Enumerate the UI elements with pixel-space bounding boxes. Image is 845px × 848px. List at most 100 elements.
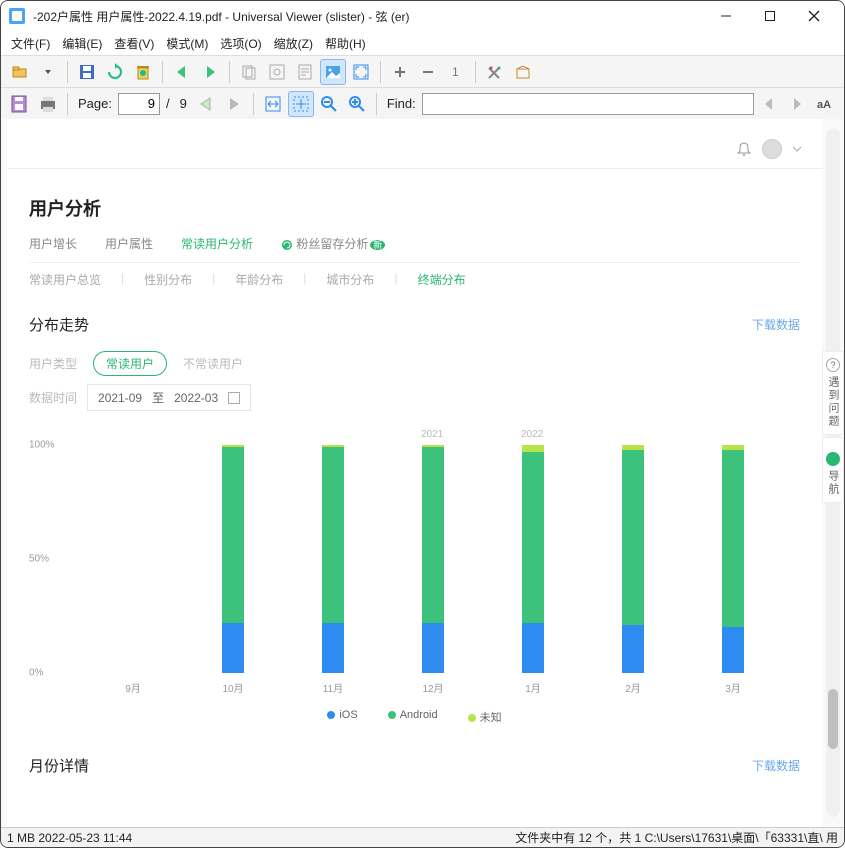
page-prev-icon[interactable] [193, 91, 219, 117]
maximize-button[interactable] [748, 2, 792, 30]
scrollbar-thumb[interactable] [828, 689, 838, 749]
avatar[interactable] [762, 139, 782, 159]
page-label: Page: [78, 96, 112, 111]
titlebar[interactable]: -202户属性 用户属性-2022.4.19.pdf - Universal V… [1, 1, 844, 31]
zoom-out-icon[interactable] [415, 59, 441, 85]
pill-loyal[interactable]: 常读用户 [93, 351, 167, 376]
tab-fan-retention-label: 粉丝留存分析 [296, 237, 368, 251]
bar [222, 445, 244, 673]
y-tick: 0% [29, 668, 43, 679]
text-icon[interactable] [292, 59, 318, 85]
copy-icon[interactable] [236, 59, 262, 85]
nav-dot-icon [826, 452, 840, 466]
subtab-overview[interactable]: 常读用户总览 [29, 271, 101, 288]
help-widget[interactable]: ? 遇到问题 [822, 351, 844, 435]
svg-text:aA: aA [817, 99, 831, 111]
app-icon [9, 8, 25, 24]
zoom-select-icon[interactable] [264, 59, 290, 85]
open-icon[interactable] [7, 59, 33, 85]
x-tick: 11月 [323, 680, 343, 695]
fit-page-icon[interactable] [288, 91, 314, 117]
delete-icon[interactable] [130, 59, 156, 85]
date-range-picker[interactable]: 2021-09 至 2022-03 [87, 384, 251, 411]
chevron-down-icon[interactable] [792, 144, 802, 154]
status-left: 1 MB 2022-05-23 11:44 [7, 831, 132, 845]
calendar-icon [228, 392, 240, 404]
bar [622, 445, 644, 673]
save-copy-icon[interactable] [7, 91, 33, 117]
subtab-gender[interactable]: 性别分布 [144, 271, 192, 288]
nav-widget[interactable]: 导航 [822, 437, 844, 503]
bell-icon[interactable] [736, 141, 752, 157]
x-tick: 3月 [725, 680, 741, 695]
legend-unknown: 未知 [480, 712, 502, 724]
content-area: 用户分析 用户增长 用户属性 常读用户分析 粉丝留存分析新 常读用户总览| 性别… [1, 119, 844, 827]
page-next-icon[interactable] [221, 91, 247, 117]
date-to: 2022-03 [174, 391, 218, 405]
print-icon[interactable] [35, 91, 61, 117]
menu-edit[interactable]: 编辑(E) [62, 35, 102, 52]
page-total: 9 [180, 96, 187, 111]
menu-help[interactable]: 帮助(H) [325, 35, 366, 52]
find-input[interactable] [422, 93, 754, 115]
time-badge: 2022 [521, 429, 543, 440]
zoom-in-icon[interactable] [387, 59, 413, 85]
nav-back-icon[interactable] [169, 59, 195, 85]
download-data-link[interactable]: 下载数据 [752, 316, 800, 333]
menu-mode[interactable]: 模式(M) [166, 35, 208, 52]
x-tick: 12月 [422, 680, 443, 695]
time-badge: 2021 [421, 429, 443, 440]
menu-zoom[interactable]: 缩放(Z) [274, 35, 313, 52]
page-sep: / [166, 96, 170, 111]
fullscreen-icon[interactable] [348, 59, 374, 85]
tab-fan-retention[interactable]: 粉丝留存分析新 [281, 235, 385, 252]
menu-view[interactable]: 查看(V) [114, 35, 154, 52]
x-tick: 9月 [125, 680, 141, 695]
x-tick: 2月 [625, 680, 641, 695]
save-icon[interactable] [74, 59, 100, 85]
legend-dot-ios [327, 711, 335, 719]
page-current-input[interactable] [118, 93, 160, 115]
question-icon: ? [826, 358, 840, 372]
settings-icon[interactable] [482, 59, 508, 85]
reload-icon[interactable] [102, 59, 128, 85]
minimize-button[interactable] [704, 2, 748, 30]
tab-user-growth[interactable]: 用户增长 [29, 235, 77, 252]
package-icon[interactable] [510, 59, 536, 85]
subtabs: 常读用户总览| 性别分布| 年龄分布| 城市分布| 终端分布 [29, 262, 800, 288]
menu-options[interactable]: 选项(O) [220, 35, 261, 52]
toolbar-page: Page: / 9 Find: aA [1, 87, 844, 119]
find-prev-icon[interactable] [756, 91, 782, 117]
find-options-icon[interactable]: aA [812, 91, 838, 117]
tab-loyal-analysis[interactable]: 常读用户分析 [181, 235, 253, 252]
zoom-in-lens-icon[interactable] [344, 91, 370, 117]
menubar: 文件(F) 编辑(E) 查看(V) 模式(M) 选项(O) 缩放(Z) 帮助(H… [1, 31, 844, 55]
tab-user-attr[interactable]: 用户属性 [105, 235, 153, 252]
subtab-device[interactable]: 终端分布 [418, 271, 466, 288]
x-tick: 1月 [525, 680, 541, 695]
chart-legend: iOS Android 未知 [29, 709, 800, 725]
menu-file[interactable]: 文件(F) [11, 35, 50, 52]
download-month-link[interactable]: 下载数据 [752, 757, 800, 774]
open-dropdown-icon[interactable] [35, 59, 61, 85]
pill-nonloyal[interactable]: 不常读用户 [183, 355, 243, 372]
trend-chart: 0%50%100%202120229月10月11月12月1月2月3月 [29, 429, 800, 699]
zoom-out-lens-icon[interactable] [316, 91, 342, 117]
find-next-icon[interactable] [784, 91, 810, 117]
date-from: 2021-09 [98, 391, 142, 405]
bar [722, 445, 744, 673]
subtab-city[interactable]: 城市分布 [326, 271, 374, 288]
toolbar-main: 1 [1, 55, 844, 87]
find-label: Find: [387, 96, 416, 111]
tabs: 用户增长 用户属性 常读用户分析 粉丝留存分析新 [29, 235, 800, 252]
close-button[interactable] [792, 2, 836, 30]
svg-text:1: 1 [452, 65, 459, 79]
subtab-age[interactable]: 年龄分布 [235, 271, 283, 288]
zoom-100-icon[interactable]: 1 [443, 59, 469, 85]
nav-forward-icon[interactable] [197, 59, 223, 85]
fit-width-icon[interactable] [260, 91, 286, 117]
bar [522, 445, 544, 673]
image-mode-icon[interactable] [320, 59, 346, 85]
nav-text: 导航 [825, 470, 841, 496]
panel-month-title: 月份详情 [29, 755, 89, 776]
